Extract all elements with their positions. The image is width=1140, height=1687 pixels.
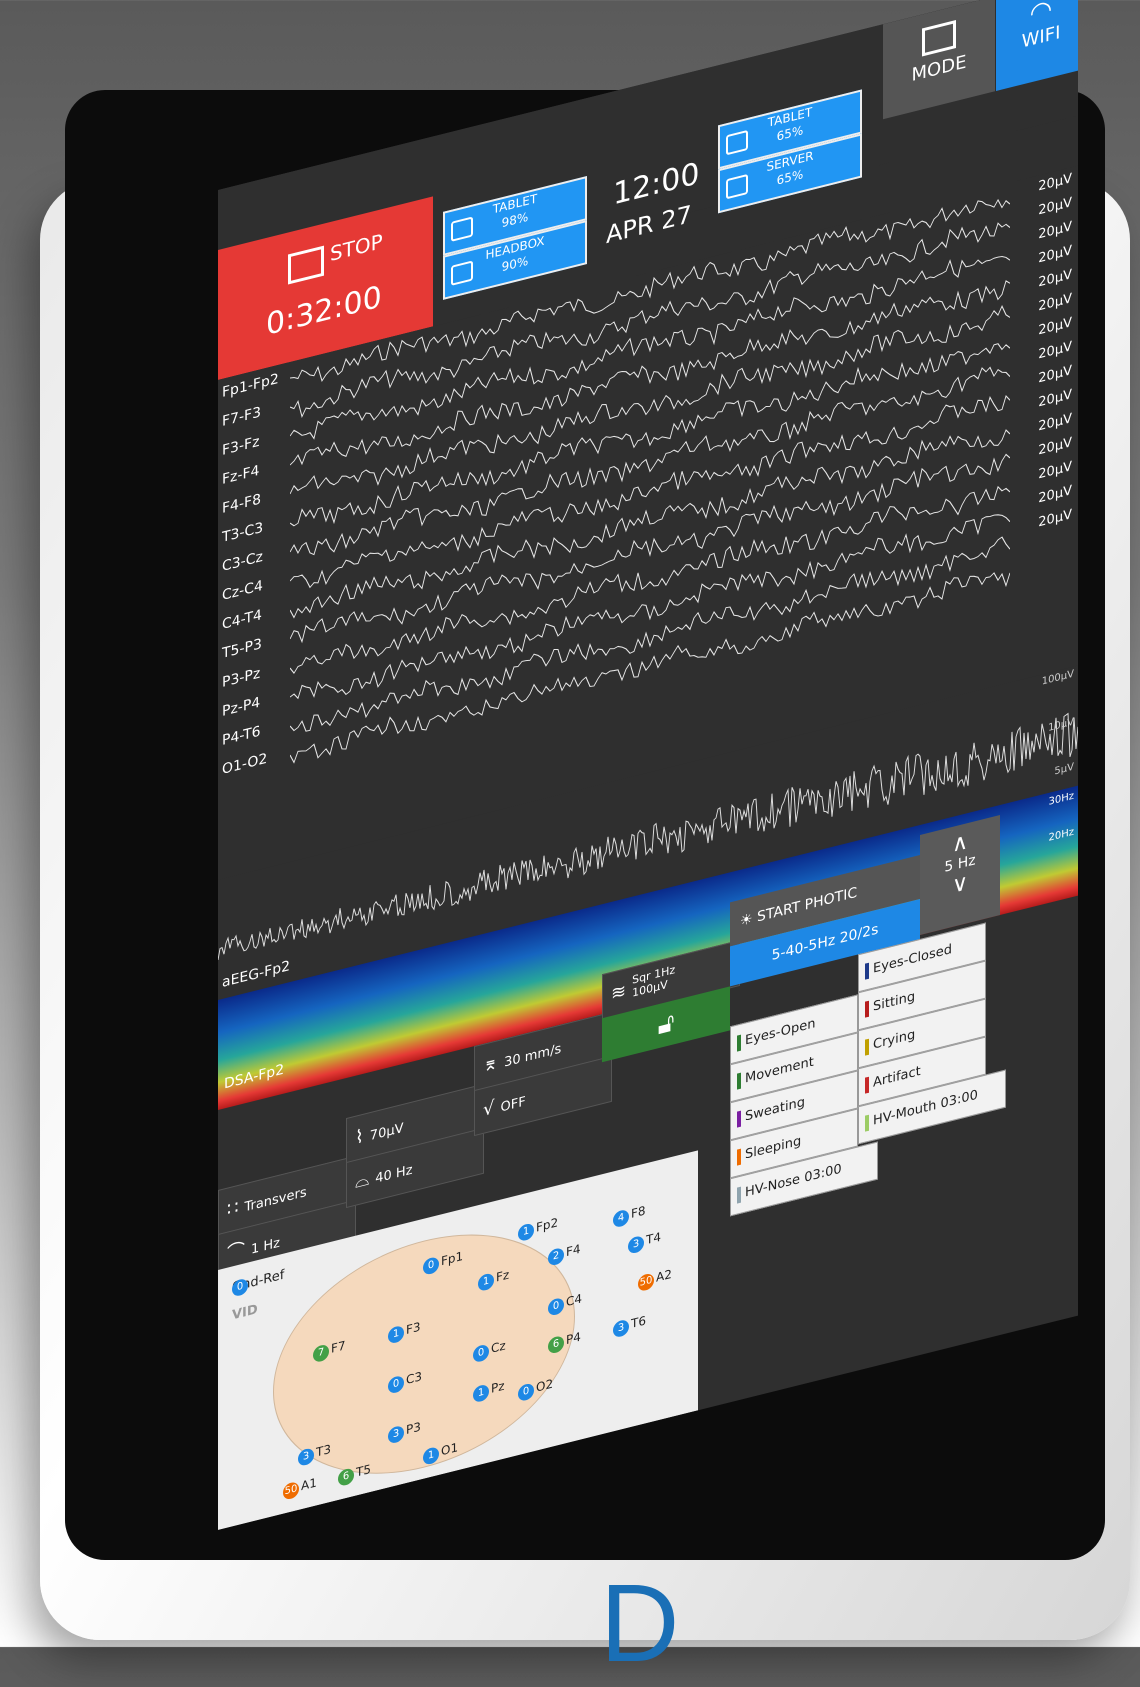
sensitivity-icon: ⌇ xyxy=(355,1125,364,1149)
eeg-trace-line xyxy=(290,395,1010,589)
electrode-name: T3 xyxy=(316,1441,331,1460)
stop-icon xyxy=(288,245,324,285)
electrode-impedance-badge: 2 xyxy=(548,1246,564,1267)
electrode-name: F7 xyxy=(331,1338,346,1356)
product-render: TABLET 98% HEADBOX 90% 12:00 APR 27 TABL… xyxy=(0,0,1140,1685)
electrode-name: T5 xyxy=(356,1461,371,1480)
electrode-impedance-badge: 50 xyxy=(638,1272,654,1293)
electrode-name: F3 xyxy=(406,1319,421,1338)
electrode-name: C3 xyxy=(406,1369,423,1388)
electrode-name: Fp2 xyxy=(536,1215,559,1235)
mode-icon xyxy=(922,19,956,57)
electrode-fp2[interactable]: 1 Fp2 xyxy=(518,1215,559,1243)
eeg-trace-line xyxy=(290,453,1010,644)
electrode-impedance-badge: 1 xyxy=(518,1222,534,1243)
electrode-t6[interactable]: 3 T6 xyxy=(613,1313,646,1339)
electrode-name: O2 xyxy=(536,1376,554,1395)
eeg-trace-line xyxy=(290,366,1010,556)
electrode-impedance-badge: 3 xyxy=(298,1447,314,1468)
electrode-impedance-badge: 6 xyxy=(338,1467,354,1488)
electrode-impedance-badge: 4 xyxy=(613,1208,629,1229)
electrode-a2[interactable]: 50 A2 xyxy=(638,1266,672,1293)
brand-text-partial: D xyxy=(600,1562,682,1685)
electrode-name: F4 xyxy=(566,1241,581,1260)
electrode-name: T4 xyxy=(646,1229,661,1248)
electrode-t4[interactable]: 3 T4 xyxy=(628,1230,661,1255)
electrode-impedance-badge: 3 xyxy=(613,1318,629,1339)
notch-icon: √ xyxy=(483,1097,495,1121)
electrode-name: O1 xyxy=(441,1440,459,1459)
test-signal-icon: ≋ xyxy=(611,980,627,1006)
photic-frequency: ∧ 5 Hz ∨ xyxy=(920,815,1000,935)
electrode-name: C4 xyxy=(566,1291,583,1310)
channel-labels: Fp1-Fp2 F7-F3 F3-Fz Fz-F4 F4-F8 T3-C3 C3-Cz Cz-… xyxy=(218,362,288,881)
eeg-trace-line xyxy=(290,343,1010,527)
eeg-screen: TABLET 98% HEADBOX 90% 12:00 APR 27 TABL… xyxy=(218,0,1078,1531)
lightbulb-icon: ☀ xyxy=(740,910,753,930)
electrode-name: Fz xyxy=(496,1267,510,1285)
dsa-scale-top: 30Hz xyxy=(1048,790,1075,808)
electrode-f8[interactable]: 4 F8 xyxy=(613,1203,646,1229)
electrode-name: Pz xyxy=(491,1378,505,1396)
dsa-label: DSA-Fp2 xyxy=(224,1061,285,1093)
wifi-button[interactable]: ◠ WIFI xyxy=(996,0,1078,92)
eeg-trace-line xyxy=(290,536,1010,732)
video-button[interactable]: VID xyxy=(232,1302,258,1323)
ground-reference: 0 Gnd-Ref xyxy=(232,1267,285,1298)
electrode-name: Cz xyxy=(491,1338,506,1356)
electrode-name: F8 xyxy=(631,1203,646,1222)
eeg-trace-line xyxy=(290,514,1010,700)
high-filter-icon: ⌓ xyxy=(355,1168,370,1193)
electrode-name: P4 xyxy=(566,1329,581,1348)
low-filter-icon: ⌒ xyxy=(227,1239,245,1265)
electrode-a1[interactable]: 50 A1 xyxy=(283,1475,317,1501)
electrode-name: T6 xyxy=(631,1313,646,1332)
electrode-f4[interactable]: 2 F4 xyxy=(548,1242,581,1267)
dsa-scale-mid: 20Hz xyxy=(1048,826,1075,844)
mode-button[interactable]: MODE xyxy=(883,0,995,120)
electrode-name: P3 xyxy=(406,1419,421,1438)
montage-icon: ∷ xyxy=(227,1196,239,1221)
unlock-icon: 🔓︎ xyxy=(657,1007,675,1042)
electrode-name: A2 xyxy=(656,1266,672,1285)
electrode-impedance-badge: 3 xyxy=(628,1234,644,1255)
recording-timer: 0:32:00 xyxy=(266,279,382,344)
electrode-impedance-badge: 50 xyxy=(283,1480,299,1501)
speed-icon: ⌆ xyxy=(483,1052,499,1077)
channel-scales: 20µV 20µV 20µV 20µV 20µV 20µV 20µV 20µV 20µV 20µV… xyxy=(1008,166,1078,683)
electrode-name: A1 xyxy=(301,1475,317,1494)
